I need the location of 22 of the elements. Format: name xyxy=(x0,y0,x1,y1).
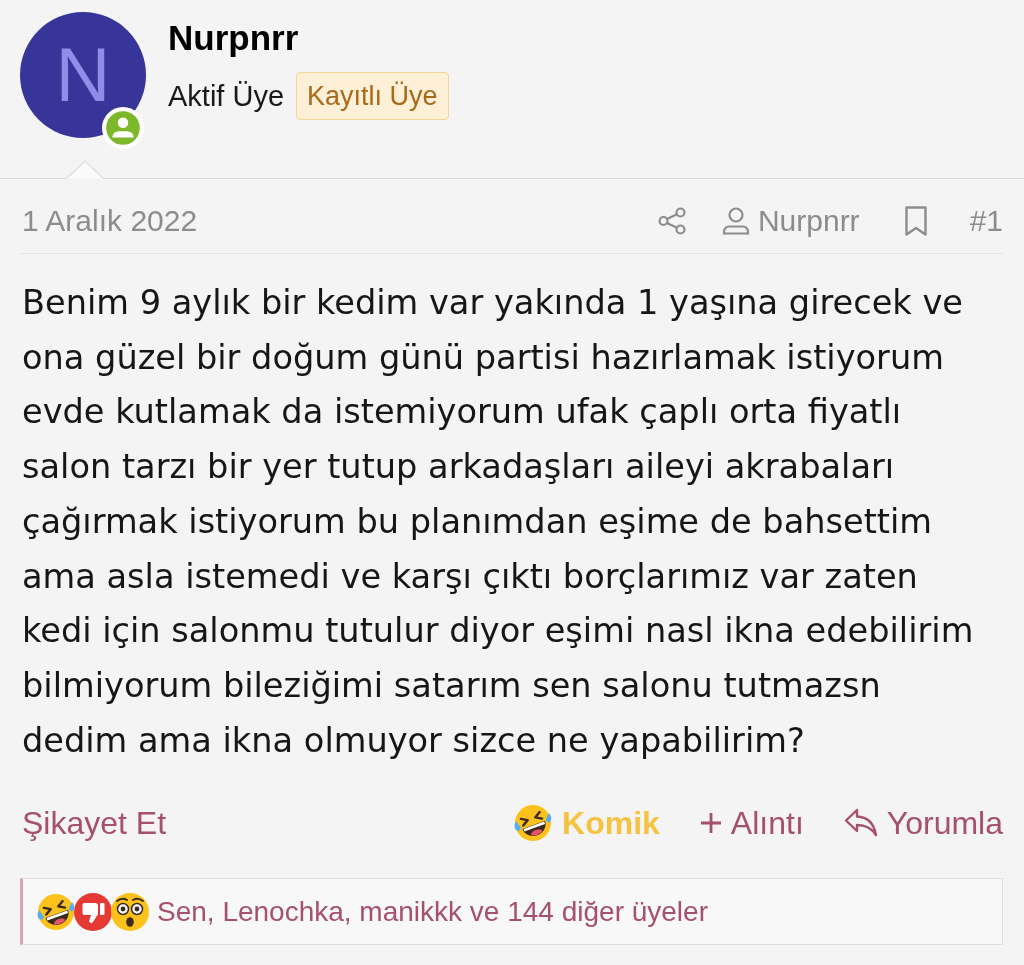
author-link[interactable]: Nurpnrr xyxy=(721,205,860,237)
post-number-link[interactable]: #1 xyxy=(969,205,1003,237)
username[interactable]: Nurpnrr xyxy=(168,18,449,58)
plus-icon xyxy=(699,812,722,835)
post-body-text: Benim 9 aylık bir kedim var yakında 1 yaşına girecek ve ona güzel bir doğum günü partisi hazırlamak istiyorum evde kutlamak da istemiyorum ufak çaplı orta fiyatlı salon tarzı bir yer tutup arkadaşları aileyi akrabaları çağırmak istiyorum bu planımdan eşime de bahsettim ama asla istemedi ve karşı çıktı borçlarımız var zaten kedi için salonmu tutulur diyor eşimi nasl ikna edebilirim bilmiyorum bileziğimi satarım sen salonu tutmazsn dedim ama ikna olmuyor sizce ne yapabilirim? xyxy=(22,282,975,762)
laughing-face-icon xyxy=(513,803,554,844)
member-badge: Kayıtlı Üye xyxy=(296,72,449,120)
avatar-letter: N xyxy=(55,37,111,113)
reply-arrow-icon xyxy=(843,808,878,839)
post-date[interactable]: 1 Aralık 2022 xyxy=(20,205,198,237)
thumbs-down-icon xyxy=(73,891,113,932)
laughing-face-icon xyxy=(36,891,76,932)
user-icon xyxy=(721,207,750,235)
quote-button[interactable]: Alıntı xyxy=(699,803,804,844)
avatar[interactable]: N xyxy=(20,12,146,138)
report-link[interactable]: Şikayet Et xyxy=(20,803,167,844)
bookmark-icon[interactable] xyxy=(903,206,928,236)
user-title: Aktif Üye xyxy=(168,79,285,113)
reactions-list-link[interactable]: Sen, Lenochka, manikkk ve 144 diğer üyeler xyxy=(157,894,708,929)
surprised-face-icon xyxy=(110,891,150,932)
share-icon[interactable] xyxy=(657,207,686,235)
reply-button[interactable]: Yorumla xyxy=(843,803,1003,844)
